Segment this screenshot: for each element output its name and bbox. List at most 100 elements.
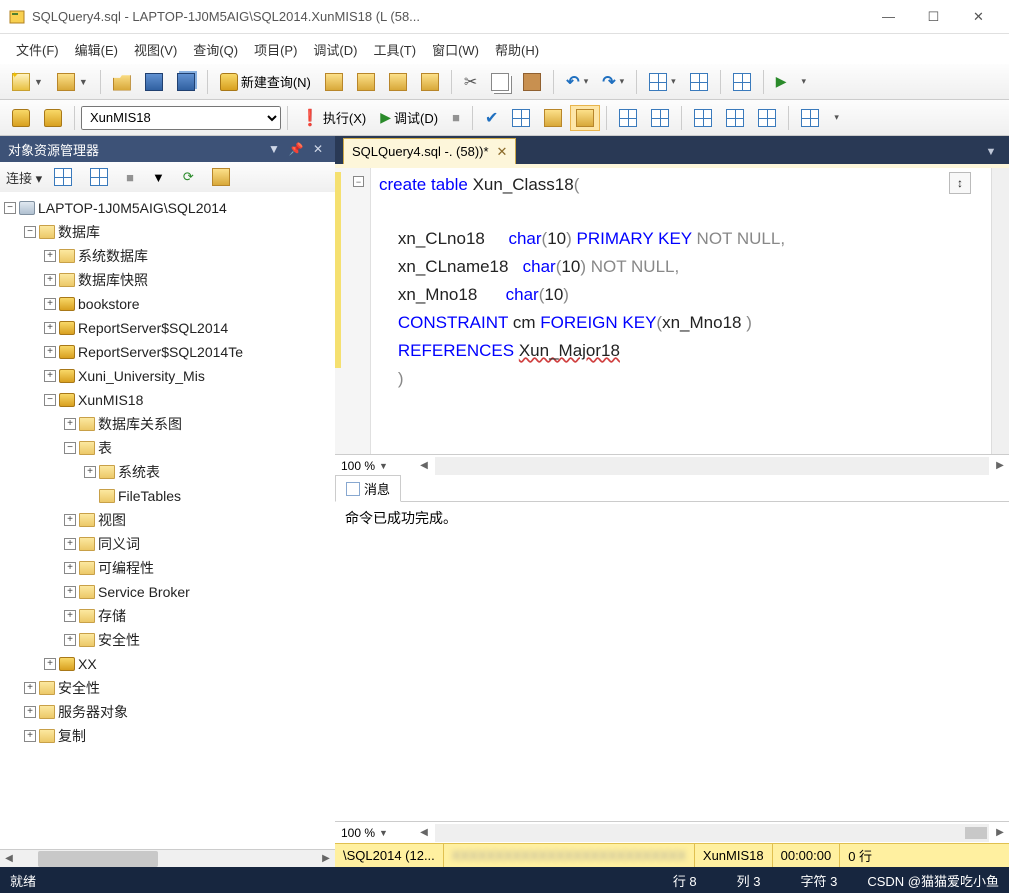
tab-sqlquery4[interactable]: SQLQuery4.sql -. (58))* ✕ [343, 138, 516, 164]
close-button[interactable]: ✕ [956, 2, 1001, 32]
save-all-button[interactable] [171, 69, 201, 95]
save-button[interactable] [139, 69, 169, 95]
tree-diagram[interactable]: 数据库关系图 [98, 412, 182, 436]
menu-view[interactable]: 视图(V) [126, 36, 185, 63]
tree-snapshot[interactable]: 数据库快照 [78, 268, 148, 292]
xmla-query-button[interactable] [415, 69, 445, 95]
messages-zoom-selector[interactable]: 100 %▼ [335, 826, 415, 840]
pin-icon[interactable]: 📌 [287, 140, 305, 158]
connect-button[interactable]: 连接 ▾ [6, 168, 42, 187]
activity-monitor-button[interactable] [727, 69, 757, 95]
mdx-query-button[interactable] [351, 69, 381, 95]
paste-button[interactable] [517, 69, 547, 95]
tree-views[interactable]: 视图 [98, 508, 126, 532]
tree-db-xuni[interactable]: Xuni_University_Mis [78, 364, 205, 388]
disconnect-button[interactable] [38, 105, 68, 131]
menu-file[interactable]: 文件(F) [8, 36, 67, 63]
minimize-button[interactable]: — [866, 2, 911, 32]
new-project-button[interactable]: ▼ [51, 69, 94, 95]
parse-button[interactable]: ✔ [479, 104, 504, 132]
debug-button[interactable]: ▶调试(D) [374, 104, 444, 131]
tree-sysdb[interactable]: 系统数据库 [78, 244, 148, 268]
menu-tools[interactable]: 工具(T) [365, 36, 424, 63]
include-stats-button[interactable] [645, 105, 675, 131]
menu-window[interactable]: 窗口(W) [424, 36, 487, 63]
collapse-icon[interactable]: − [353, 176, 364, 187]
tree-storage[interactable]: 存储 [98, 604, 126, 628]
tree-serverobjects[interactable]: 服务器对象 [58, 700, 128, 724]
execute-button[interactable]: ❗执行(X) [294, 104, 372, 132]
nav-fwd-button[interactable] [684, 69, 714, 95]
disconnect-icon[interactable] [84, 164, 114, 190]
tree-filetables[interactable]: FileTables [118, 484, 181, 508]
menu-query[interactable]: 查询(Q) [185, 36, 246, 63]
menu-project[interactable]: 项目(P) [246, 36, 305, 63]
panel-close-icon[interactable]: ✕ [309, 140, 327, 158]
tree-databases[interactable]: 数据库 [58, 220, 100, 244]
maximize-button[interactable]: ☐ [911, 2, 956, 32]
tree-db-reportservertemp[interactable]: ReportServer$SQL2014Te [78, 340, 243, 364]
editor-vertical-scrollbar[interactable] [991, 168, 1009, 454]
tree-security[interactable]: 安全性 [58, 676, 100, 700]
object-explorer-tree[interactable]: −LAPTOP-1J0M5AIG\SQL2014 −数据库 +系统数据库 +数据… [0, 192, 335, 849]
messages-body[interactable]: 命令已成功完成。 [335, 502, 1009, 821]
messages-horizontal-scrollbar[interactable] [435, 824, 989, 842]
code-content[interactable]: create table Xun_Class18( xn_CLno18 char… [371, 168, 991, 454]
new-button[interactable]: ▼ [6, 69, 49, 95]
tree-programmability[interactable]: 可编程性 [98, 556, 154, 580]
tree-db-security[interactable]: 安全性 [98, 628, 140, 652]
new-query-button[interactable]: 新建查询(N) [214, 68, 317, 95]
overflow2-button[interactable]: ▾ [827, 108, 845, 127]
menu-help[interactable]: 帮助(H) [487, 36, 547, 63]
overflow-button[interactable]: ▾ [794, 72, 812, 91]
menu-edit[interactable]: 编辑(E) [67, 36, 126, 63]
delete-icon[interactable] [206, 164, 236, 190]
scroll-left-icon[interactable]: ◀ [415, 460, 433, 471]
cancel-query-button[interactable]: ■ [446, 106, 466, 129]
results-grid-button[interactable] [688, 105, 718, 131]
database-selector[interactable]: XunMIS18 [81, 106, 281, 130]
editor-zoom-selector[interactable]: 100 %▼ [335, 459, 415, 473]
cut-button[interactable]: ✂ [458, 68, 483, 96]
open-button[interactable] [107, 69, 137, 95]
menu-debug[interactable]: 调试(D) [305, 36, 365, 63]
tab-close-icon[interactable]: ✕ [497, 144, 508, 160]
messages-tab[interactable]: 消息 [335, 475, 401, 502]
results-file-button[interactable] [752, 105, 782, 131]
editor-horizontal-scrollbar[interactable] [435, 457, 989, 475]
tree-tables[interactable]: 表 [98, 436, 112, 460]
engine-query-button[interactable] [319, 69, 349, 95]
split-button[interactable]: ↕ [949, 172, 971, 194]
copy-button[interactable] [485, 69, 515, 95]
query-options-button[interactable] [538, 105, 568, 131]
tree-systables[interactable]: 系统表 [118, 460, 160, 484]
tree-synonyms[interactable]: 同义词 [98, 532, 140, 556]
tree-db-xx[interactable]: XX [78, 652, 97, 676]
dmx-query-button[interactable] [383, 69, 413, 95]
scroll-right-icon[interactable]: ▶ [991, 460, 1009, 471]
tree-db-bookstore[interactable]: bookstore [78, 292, 139, 316]
display-plan-button[interactable] [506, 105, 536, 131]
code-editor[interactable]: − create table Xun_Class18( xn_CLno18 ch… [335, 164, 1009, 454]
comment-button[interactable] [795, 105, 825, 131]
results-text-button[interactable] [720, 105, 750, 131]
intellisense-button[interactable] [570, 105, 600, 131]
nav-back-button[interactable]: ▾ [643, 69, 682, 95]
start-button[interactable]: ▶ [770, 69, 793, 94]
filter-icon[interactable]: ▼ [146, 166, 171, 189]
tree-db-reportserver[interactable]: ReportServer$SQL2014 [78, 316, 228, 340]
redo-button[interactable]: ↷▾ [596, 68, 630, 96]
tree-horizontal-scrollbar[interactable]: ◀▶ [0, 849, 335, 867]
include-plan-button[interactable] [613, 105, 643, 131]
stop-icon[interactable]: ■ [120, 166, 140, 189]
connect-icon[interactable] [48, 164, 78, 190]
tree-server[interactable]: LAPTOP-1J0M5AIG\SQL2014 [38, 196, 227, 220]
tab-overflow-icon[interactable]: ▼ [979, 140, 1003, 164]
tree-servicebroker[interactable]: Service Broker [98, 580, 190, 604]
tree-replication[interactable]: 复制 [58, 724, 86, 748]
panel-dropdown-icon[interactable]: ▼ [265, 140, 283, 158]
refresh-icon[interactable]: ⟳ [177, 165, 200, 189]
tree-db-xunmis18[interactable]: XunMIS18 [78, 388, 143, 412]
undo-button[interactable]: ↶▾ [560, 68, 594, 96]
change-connection-button[interactable] [6, 105, 36, 131]
